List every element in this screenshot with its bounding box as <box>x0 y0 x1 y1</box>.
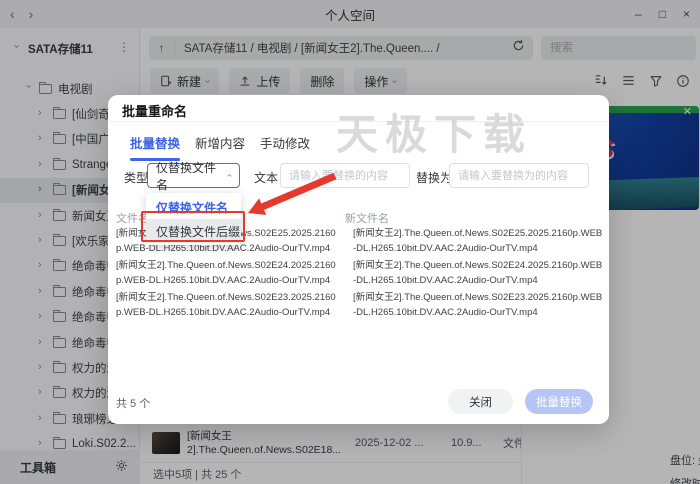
old-file-name: [新闻女王2].The.Queen.of.News.S02E23.2025.21… <box>116 291 342 320</box>
rename-preview-row: [新闻女王2].The.Queen.of.News.S02E23.2025.21… <box>108 291 609 320</box>
tab-manual-edit[interactable]: 手动修改 <box>260 133 310 161</box>
total-count: 共 5 个 <box>116 395 150 411</box>
annotation-highlight-box <box>141 211 245 242</box>
close-button[interactable]: 关闭 <box>448 389 513 414</box>
tab-add-content[interactable]: 新增内容 <box>195 133 245 161</box>
type-select-value: 仅替换文件名 <box>156 159 228 193</box>
new-file-name: [新闻女王2].The.Queen.of.News.S02E24.2025.21… <box>353 259 605 288</box>
app-window: ‹ › 个人空间 – □ × › SATA存储11 ⋮ ›电视剧›[仙剑奇侠›[… <box>0 0 700 484</box>
tab-batch-replace[interactable]: 批量替换 <box>130 133 180 161</box>
type-label: 类型 <box>124 169 148 186</box>
type-select[interactable]: 仅替换文件名 › <box>147 163 240 188</box>
dialog-header-divider <box>108 121 609 122</box>
old-file-name: [新闻女王2].The.Queen.of.News.S02E24.2025.21… <box>116 259 342 288</box>
batch-rename-dialog: 批量重命名 天极下载 批量替换 新增内容 手动修改 类型 仅替换文件名 › 文本… <box>108 95 609 424</box>
replace-with-label: 替换为 <box>416 169 452 186</box>
batch-replace-button[interactable]: 批量替换 <box>525 389 593 414</box>
replace-text-input[interactable] <box>449 163 589 188</box>
new-file-name: [新闻女王2].The.Queen.of.News.S02E23.2025.21… <box>353 291 605 320</box>
new-file-name: [新闻女王2].The.Queen.of.News.S02E25.2025.21… <box>353 227 605 256</box>
annotation-arrow <box>240 168 342 222</box>
rename-preview-row: [新闻女王2].The.Queen.of.News.S02E24.2025.21… <box>108 259 609 288</box>
column-new-name: 新文件名 <box>345 210 389 226</box>
replace-form: 类型 仅替换文件名 › 文本 替换为 <box>108 163 609 189</box>
chevron-up-icon: › <box>224 174 235 177</box>
dialog-tabs: 批量替换 新增内容 手动修改 <box>130 133 310 161</box>
watermark-text: 天极下载 <box>336 101 532 162</box>
dialog-title: 批量重命名 <box>122 101 187 120</box>
